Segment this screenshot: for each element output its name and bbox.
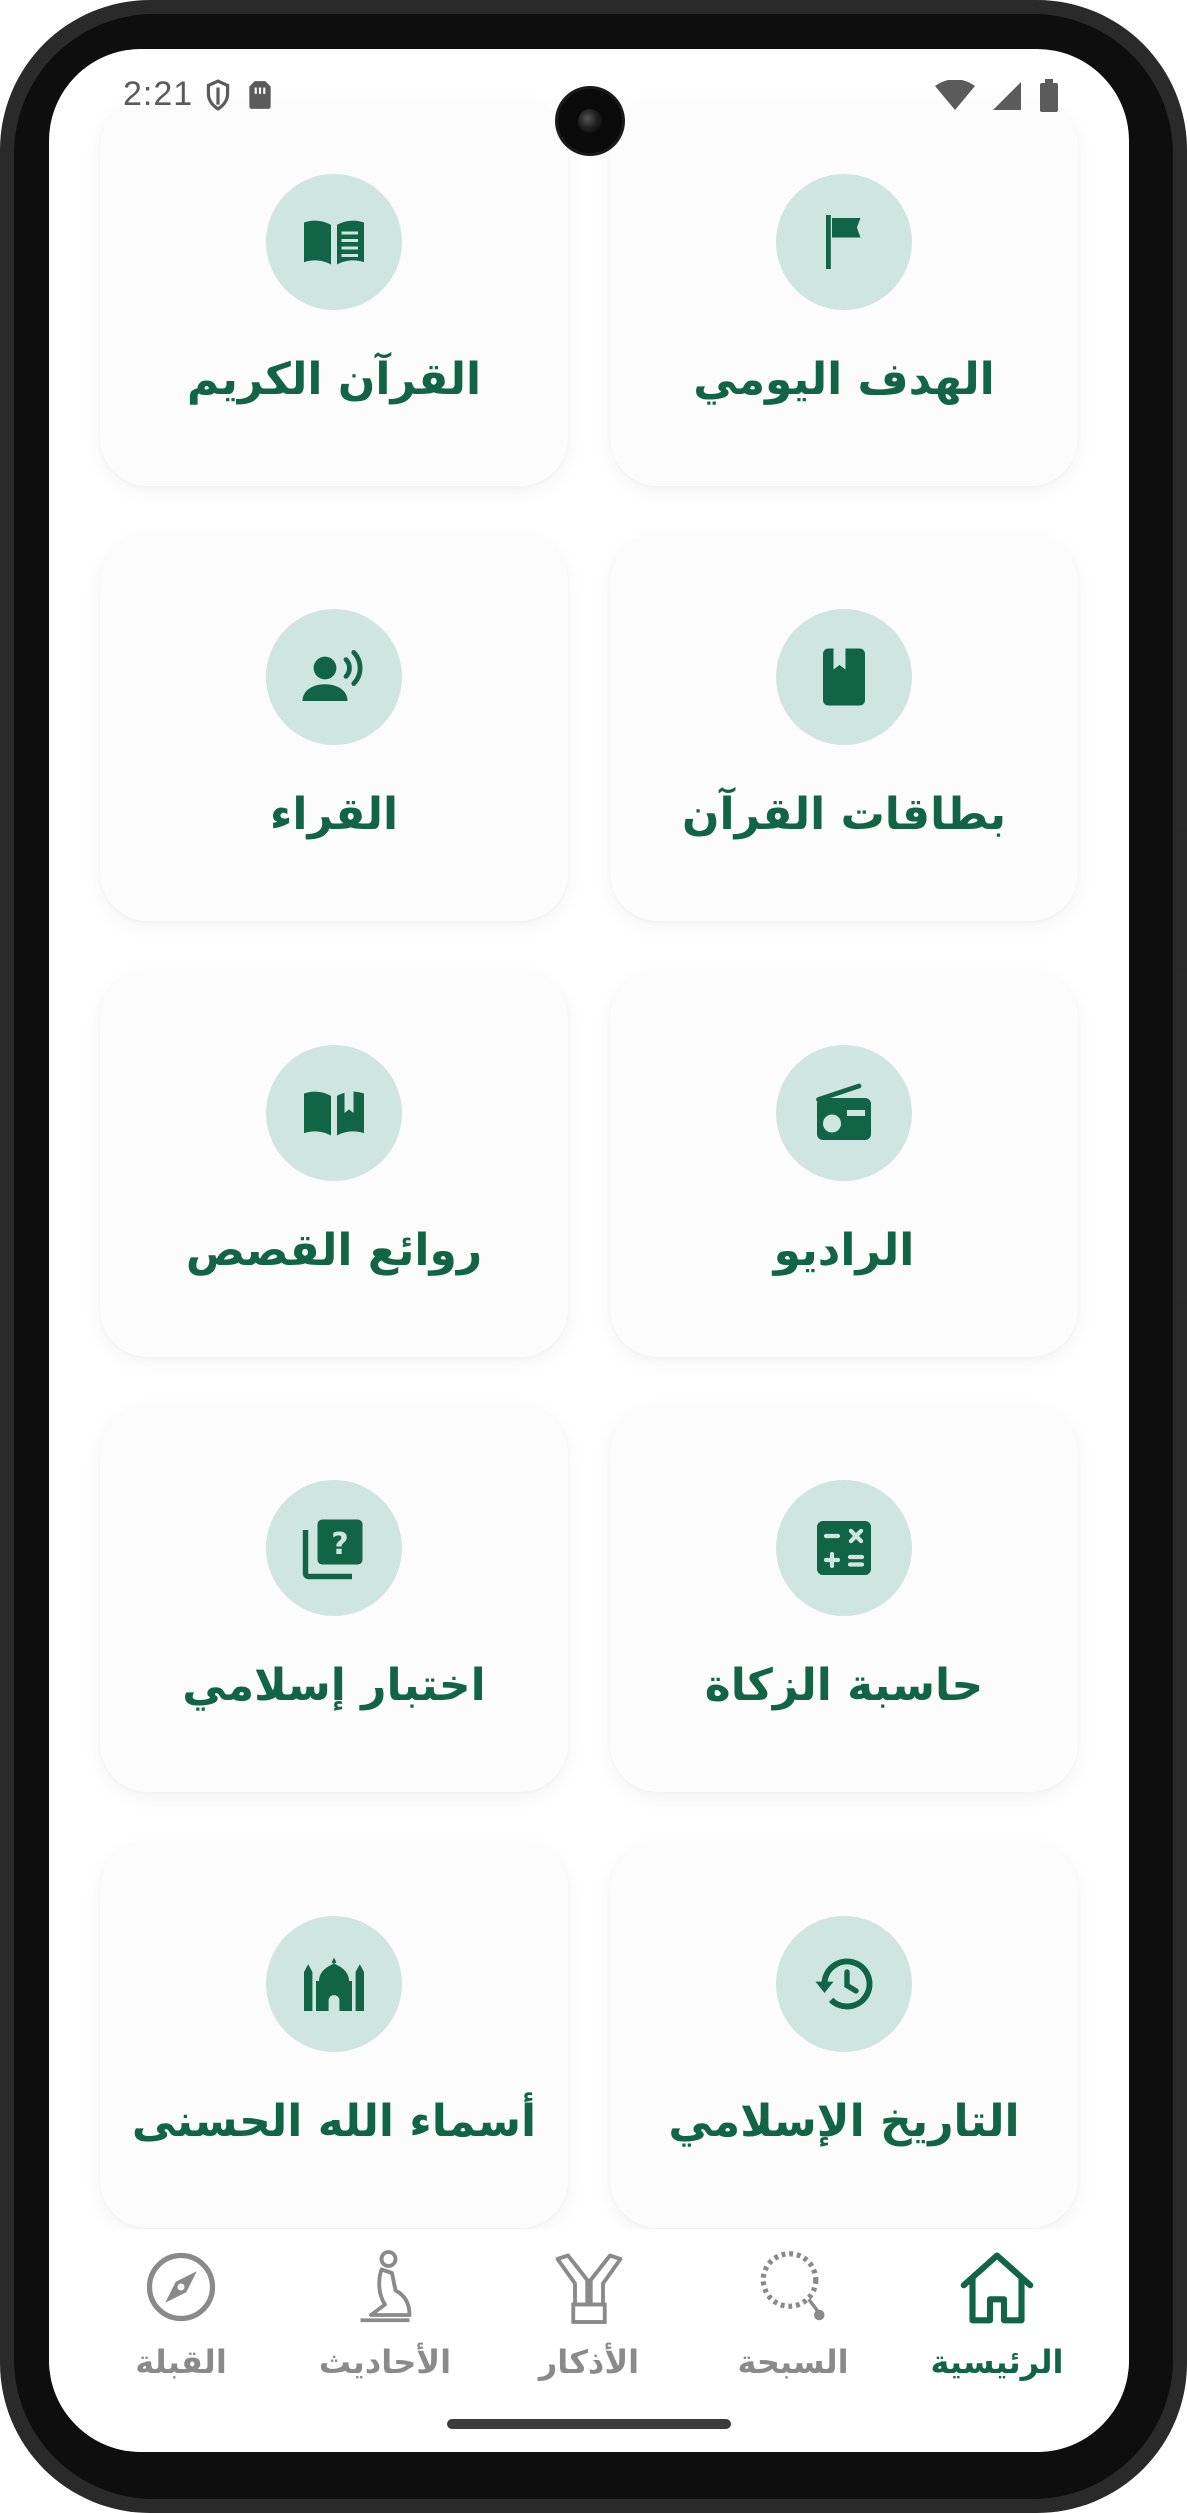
compass-icon: [139, 2245, 223, 2329]
status-time: 2:21: [123, 75, 194, 113]
card-label: حاسبة الزكاة: [704, 1660, 984, 1712]
nav-item-prayer-beads[interactable]: السبحة: [703, 2229, 883, 2452]
quiz-icon: ?: [266, 1480, 402, 1617]
battery-icon: [1040, 79, 1058, 112]
app-screen: الهدف اليومي القرآن الكريم بطاقات القرآن: [49, 49, 1129, 2452]
praying-hands-icon: [547, 2245, 631, 2329]
phone-frame: الهدف اليومي القرآن الكريم بطاقات القرآن: [0, 0, 1187, 2513]
card-label: الهدف اليومي: [693, 354, 995, 405]
bookmark-book-icon: [776, 609, 912, 746]
nav-label: الأذكار: [538, 2343, 640, 2381]
home-indicator[interactable]: [447, 2419, 731, 2429]
reciter-voice-icon: [266, 609, 402, 746]
nav-item-qibla[interactable]: القبلة: [91, 2229, 271, 2452]
mosque-icon: [266, 1915, 402, 2052]
praying-person-icon: [343, 2245, 427, 2329]
nav-label: القبلة: [135, 2343, 227, 2381]
status-left-icons: [205, 79, 273, 111]
volume-button: [1177, 670, 1187, 830]
nav-label: السبحة: [737, 2343, 849, 2381]
card-label: التاريخ الإسلامي: [668, 2095, 1020, 2147]
card-radio[interactable]: الراديو: [610, 969, 1078, 1357]
card-label: القراء: [269, 789, 399, 841]
card-label: الراديو: [773, 1224, 915, 1276]
home-icon: [955, 2245, 1039, 2329]
card-label: بطاقات القرآن: [681, 789, 1007, 841]
wifi-icon: [935, 80, 975, 110]
card-daily-goal[interactable]: الهدف اليومي: [610, 99, 1078, 486]
card-islamic-history[interactable]: التاريخ الإسلامي: [610, 1840, 1078, 2228]
card-reciters[interactable]: القراء: [100, 534, 568, 922]
power-button: [1177, 970, 1187, 1300]
card-stories[interactable]: روائع القصص: [100, 969, 568, 1357]
nav-label: الأحاديث: [318, 2343, 452, 2381]
card-names-of-allah[interactable]: أسماء الله الحسنى: [100, 1840, 568, 2228]
svg-text:?: ?: [331, 1527, 348, 1562]
phone-bezel: الهدف اليومي القرآن الكريم بطاقات القرآن: [14, 14, 1173, 2499]
shield-icon: [206, 79, 230, 111]
radio-icon: [776, 1044, 912, 1181]
nav-label: الرئيسية: [930, 2343, 1064, 2381]
cell-signal-icon: [993, 82, 1021, 110]
sim-card-icon: [249, 81, 271, 109]
flag-icon: [776, 174, 912, 310]
card-zakat-calculator[interactable]: حاسبة الزكاة: [610, 1405, 1078, 1793]
card-label: القرآن الكريم: [186, 354, 482, 405]
nav-item-hadiths[interactable]: الأحاديث: [295, 2229, 475, 2452]
status-right-icons: [935, 79, 1059, 113]
history-icon: [776, 1915, 912, 2052]
open-book-icon: [266, 174, 402, 310]
card-quran[interactable]: القرآن الكريم: [100, 99, 568, 486]
story-book-icon: [266, 1044, 402, 1181]
feature-grid: الهدف اليومي القرآن الكريم بطاقات القرآن: [100, 99, 1078, 2233]
card-islamic-quiz[interactable]: ? اختبار إسلامي: [100, 1405, 568, 1793]
card-quran-cards[interactable]: بطاقات القرآن: [610, 534, 1078, 922]
card-label: اختبار إسلامي: [182, 1660, 486, 1712]
front-camera: [558, 89, 622, 153]
calculator-icon: [776, 1480, 912, 1617]
card-label: روائع القصص: [185, 1224, 483, 1276]
card-label: أسماء الله الحسنى: [131, 2095, 537, 2147]
nav-item-home[interactable]: الرئيسية: [907, 2229, 1087, 2452]
prayer-beads-icon: [751, 2245, 835, 2329]
